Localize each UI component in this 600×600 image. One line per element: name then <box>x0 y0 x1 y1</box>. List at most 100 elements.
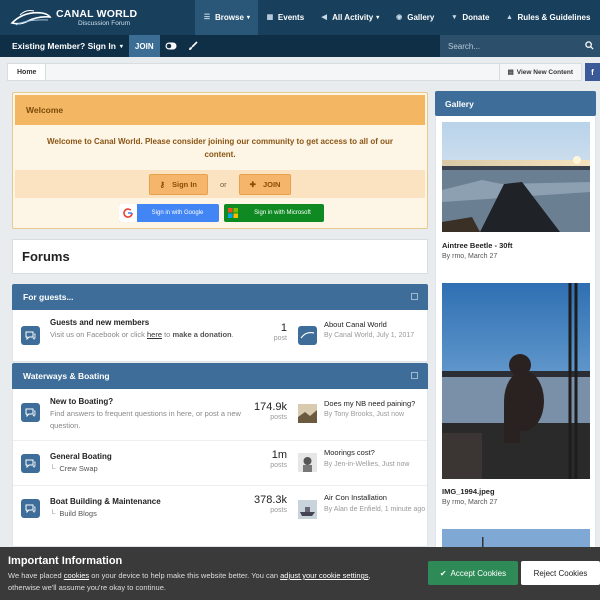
accept-cookies-label: Accept Cookies <box>450 568 507 578</box>
nav-all-activity[interactable]: ◀ All Activity ▾ <box>312 0 387 35</box>
gallery-heading: Gallery <box>435 91 596 116</box>
category-header-waterways[interactable]: Waterways & Boating <box>12 363 428 389</box>
post-count-label: posts <box>270 414 287 421</box>
reject-cookies-button[interactable]: Reject Cookies <box>521 561 600 585</box>
nav-browse[interactable]: ☰ Browse ▾ <box>195 0 258 35</box>
nav-donate[interactable]: ▾ Donate <box>442 0 497 35</box>
search-icon[interactable] <box>585 41 594 50</box>
welcome-heading: Welcome <box>15 95 425 125</box>
desc-text-2: to <box>162 330 173 339</box>
signin-button[interactable]: ⚷ Sign In <box>148 173 208 195</box>
donation-link[interactable]: make a donation <box>172 330 231 339</box>
cookie-title: Important Information <box>8 555 123 567</box>
join-button[interactable]: JOIN <box>128 35 160 57</box>
forum-chat-icon <box>21 499 40 518</box>
accept-cookies-button[interactable]: ✔ Accept Cookies <box>428 561 518 585</box>
nav-events[interactable]: ▦ Events <box>258 0 312 35</box>
post-count-value: 1m <box>271 449 287 461</box>
microsoft-signin-button[interactable]: Sign in with Microsoft <box>223 204 324 222</box>
brush-icon[interactable] <box>182 35 204 57</box>
nav-rules-label: Rules & Guidelines <box>517 13 591 22</box>
desc-text-1: Visit us on Facebook or click <box>50 330 147 339</box>
category-header-guests[interactable]: For guests... <box>12 284 428 310</box>
post-count: 1 post <box>227 322 287 342</box>
view-new-content-button[interactable]: ▤ View New Content <box>498 64 581 80</box>
gallery-item-title[interactable]: Aintree Beetle - 30ft <box>442 241 512 250</box>
forum-title[interactable]: General Boating <box>50 452 112 461</box>
forum-row[interactable]: General Boating └ Crew Swap 1m posts Moor… <box>13 441 427 486</box>
post-count-value: 378.3k <box>253 494 287 506</box>
forum-description: Visit us on Facebook or click here to ma… <box>50 329 250 341</box>
search-input[interactable]: Search... <box>440 35 600 57</box>
nav-all-activity-label: All Activity <box>332 13 374 22</box>
chevron-down-icon: ▾ <box>376 15 380 21</box>
last-post-title[interactable]: Air Con Installation <box>324 493 387 502</box>
subforum-label: Build Blogs <box>59 509 97 518</box>
forum-title[interactable]: Boat Building & Maintenance <box>50 497 161 506</box>
gallery-item-title[interactable]: IMG_1994.jpeg <box>442 487 495 496</box>
user-avatar[interactable] <box>298 453 317 472</box>
subforum-link[interactable]: └ Build Blogs <box>50 509 97 518</box>
google-signin-button[interactable]: Sign in with Google <box>118 204 219 222</box>
forum-title[interactable]: New to Boating? <box>50 397 113 406</box>
collapse-icon[interactable] <box>411 293 418 300</box>
gallery-image[interactable] <box>442 122 590 232</box>
cookie-text-2: on your device to help make this website… <box>89 571 281 580</box>
forum-row[interactable]: Boat Building & Maintenance └ Build Blogs… <box>13 486 427 536</box>
forum-title[interactable]: Guests and new members <box>50 318 149 327</box>
cookie-text-1: We have placed <box>8 571 64 580</box>
forum-description: Find answers to frequent questions in he… <box>50 409 241 430</box>
theme-toggle-icon[interactable] <box>160 35 182 57</box>
main-nav: ☰ Browse ▾ ▦ Events ◀ All Activity ▾ ◉ G… <box>195 0 600 35</box>
cookies-link[interactable]: cookies <box>64 571 89 580</box>
chevron-down-icon: ▾ <box>246 15 250 21</box>
last-post-title[interactable]: Moorings cost? <box>324 448 375 457</box>
post-count: 174.9k posts <box>227 401 287 421</box>
post-count-label: post <box>273 335 287 342</box>
last-post-by: By Tony Brooks, Just now <box>324 411 405 418</box>
nav-events-label: Events <box>277 13 305 22</box>
breadcrumb-home[interactable]: Home <box>8 64 47 80</box>
search-placeholder: Search... <box>448 41 481 51</box>
nav-donate-label: Donate <box>462 13 490 22</box>
here-link[interactable]: here <box>147 330 162 339</box>
post-count-label: posts <box>270 507 287 514</box>
collapse-icon[interactable] <box>411 372 418 379</box>
chevron-down-icon: ▾ <box>119 43 123 50</box>
forum-row[interactable]: Guests and new members Visit us on Faceb… <box>13 310 427 362</box>
user-avatar[interactable] <box>298 404 317 423</box>
subforum-link[interactable]: └ Crew Swap <box>50 464 98 473</box>
last-post-title[interactable]: Does my NB need paining? <box>324 399 415 408</box>
microsoft-signin-label: Sign in with Microsoft <box>254 210 311 216</box>
gallery-image[interactable] <box>442 283 590 479</box>
subforum-label: Crew Swap <box>59 464 98 473</box>
user-avatar[interactable] <box>298 500 317 519</box>
forum-list-guests: Guests and new members Visit us on Faceb… <box>12 310 428 362</box>
nav-browse-label: Browse <box>215 13 244 22</box>
cart-icon: ▾ <box>452 13 457 21</box>
nav-rules[interactable]: ▲ Rules & Guidelines <box>497 0 598 35</box>
category-title: For guests... <box>23 292 74 302</box>
post-count-label: posts <box>270 462 287 469</box>
logo-title: CANAL WORLD <box>56 8 138 20</box>
view-new-content-label: View New Content <box>516 68 573 76</box>
last-post-by: By Canal World, July 1, 2017 <box>324 332 415 339</box>
facebook-icon[interactable]: f <box>585 63 600 81</box>
nav-gallery-label: Gallery <box>407 13 435 22</box>
plus-icon: ✚ <box>249 179 256 189</box>
warning-icon: ▲ <box>506 13 513 21</box>
join-now-button[interactable]: ✚ JOIN <box>238 173 292 195</box>
calendar-icon: ▦ <box>266 13 274 21</box>
welcome-actions: ⚷ Sign In or ✚ JOIN <box>15 170 425 198</box>
post-count: 378.3k posts <box>227 494 287 514</box>
last-post-title[interactable]: About Canal World <box>324 320 387 329</box>
forum-chat-icon <box>21 454 40 473</box>
signin-label: Existing Member? Sign In <box>12 41 116 51</box>
signin-dropdown[interactable]: Existing Member? Sign In ▾ <box>0 35 129 57</box>
cookie-settings-link[interactable]: adjust your cookie settings <box>280 571 368 580</box>
nav-gallery[interactable]: ◉ Gallery <box>387 0 442 35</box>
microsoft-icon <box>224 204 242 222</box>
site-logo[interactable]: CANAL WORLD Discussion Forum <box>0 0 195 35</box>
forum-row[interactable]: New to Boating? Find answers to frequent… <box>13 389 427 441</box>
canal-world-avatar[interactable] <box>298 326 317 345</box>
